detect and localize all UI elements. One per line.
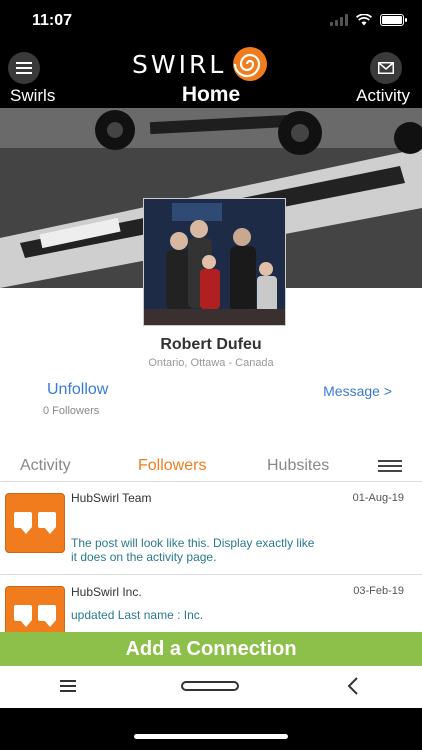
swirls-menu-button[interactable] <box>8 52 40 84</box>
tab-hubsites[interactable]: Hubsites <box>267 457 329 475</box>
message-button[interactable]: Message > <box>323 383 392 399</box>
profile-location: Ontario, Ottawa - Canada <box>148 357 274 369</box>
feed-item-date: 01-Aug-19 <box>352 492 404 504</box>
activity-mail-button[interactable] <box>370 52 402 84</box>
tab-menu-button[interactable] <box>378 460 402 472</box>
home-indicator[interactable] <box>134 734 288 739</box>
add-connection-button[interactable]: Add a Connection <box>0 632 422 666</box>
tab-followers[interactable]: Followers <box>138 457 206 475</box>
recent-apps-button[interactable] <box>60 680 76 692</box>
unfollow-button[interactable]: Unfollow <box>47 381 108 399</box>
profile-photo[interactable] <box>143 198 286 326</box>
status-icons <box>330 14 407 26</box>
swirl-logo: SWIRL <box>132 46 268 82</box>
cellular-signal-icon <box>330 14 348 26</box>
envelope-icon <box>378 62 394 74</box>
profile-name: Robert Dufeu <box>160 336 262 353</box>
swirl-spiral-icon <box>233 47 268 81</box>
wifi-icon <box>356 14 372 26</box>
list-item[interactable]: HubSwirl Team 01-Aug-19 The post will lo… <box>0 482 422 575</box>
status-time: 11:07 <box>32 12 73 29</box>
speech-bubbles-icon <box>5 586 65 632</box>
system-home-button[interactable] <box>181 681 239 691</box>
followers-count: 0 Followers <box>43 405 100 417</box>
activity-link[interactable]: Activity <box>356 86 410 106</box>
speech-bubbles-icon <box>5 493 65 553</box>
hamburger-icon <box>378 460 402 462</box>
system-nav-bar <box>0 666 422 708</box>
status-bar: 11:07 <box>0 0 422 44</box>
feed-item-text: The post will look like this. Display ex… <box>71 536 315 564</box>
tab-bar: Activity Followers Hubsites <box>0 450 422 482</box>
list-item[interactable]: HubSwirl Inc. 03-Feb-19 updated Last nam… <box>0 575 422 632</box>
feed-item-title: HubSwirl Inc. <box>71 585 142 599</box>
logo-text: SWIRL <box>132 49 227 79</box>
chevron-left-icon[interactable] <box>346 676 360 696</box>
hamburger-icon <box>16 62 32 74</box>
feed-item-title: HubSwirl Team <box>71 491 152 505</box>
tab-activity[interactable]: Activity <box>20 457 71 475</box>
nav-bar: SWIRL Swirls Home Activity <box>0 44 422 108</box>
home-indicator-area <box>0 708 422 750</box>
family-photo <box>144 199 285 325</box>
feed-list: HubSwirl Team 01-Aug-19 The post will lo… <box>0 482 422 632</box>
feed-item-text: updated Last name : Inc. <box>71 608 204 622</box>
battery-icon <box>380 14 407 26</box>
feed-item-date: 03-Feb-19 <box>353 585 404 597</box>
